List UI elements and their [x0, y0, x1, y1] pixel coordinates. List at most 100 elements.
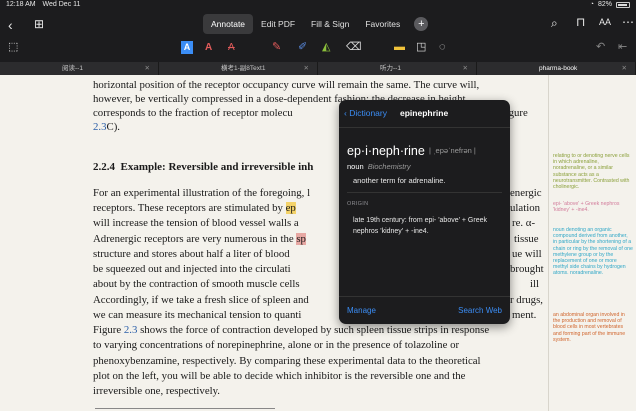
figure-link[interactable]: 2.3: [124, 324, 138, 336]
dictionary-footer: Manage Search Web: [339, 296, 510, 324]
undo-icon[interactable]: ↶: [596, 41, 605, 54]
text-line: Figure 2.3 shows the force of contractio…: [93, 324, 489, 337]
text-box-icon[interactable]: A: [181, 41, 193, 54]
text-fragment: corresponds to the fraction of receptor …: [93, 107, 293, 119]
bookmark-icon[interactable]: ⊓: [576, 16, 585, 28]
doc-tab-label: 横考1-副8Text1: [221, 65, 266, 72]
close-icon[interactable]: ✕: [304, 62, 309, 75]
doc-tab-label: pharma-book: [539, 65, 578, 72]
section-number: 2.2.4: [93, 161, 115, 173]
battery-icon: [616, 1, 630, 8]
close-icon[interactable]: ✕: [622, 62, 627, 75]
doc-tab-2[interactable]: 横考1-副8Text1 ✕: [159, 62, 318, 75]
text-fragment: C).: [106, 121, 121, 133]
origin-heading: ORIGIN: [347, 201, 369, 207]
text-line: receptors. These receptors are stimulate…: [93, 202, 296, 215]
highlighted-word[interactable]: ep: [285, 202, 296, 214]
text-line: structure and stores about half a liter …: [93, 248, 290, 260]
text-line: brought: [510, 263, 544, 275]
document-tabs: 阅读--1 ✕ 横考1-副8Text1 ✕ 听力--1 ✕ pharma-book ✕: [0, 62, 636, 75]
text-fragment: receptors. These receptors are stimulate…: [93, 202, 286, 214]
text-line: Adrenergic receptors are very numerous i…: [93, 233, 306, 246]
text-line: ill: [530, 278, 539, 290]
dock-icon[interactable]: ⇤: [618, 41, 627, 54]
doc-tab-label: 阅读--1: [62, 65, 83, 72]
dictionary-popover: ‹ Dictionary epinephrine ep·i·neph·rine …: [339, 100, 510, 324]
section-heading: 2.2.4 Example: Reversible and irreversib…: [93, 161, 313, 174]
tab-annotate[interactable]: Annotate: [203, 14, 254, 34]
doc-tab-label: 听力--1: [380, 65, 401, 72]
origin-text: late 19th century: from epi- 'above' + G…: [353, 217, 487, 235]
status-time: 12:18 AM: [6, 1, 36, 8]
top-toolbar: 12:18 AM Wed Dec 11 ◔ 82% ‹ ⊞ Annotate E…: [0, 0, 636, 62]
search-web-button[interactable]: Search Web: [458, 306, 502, 315]
close-icon[interactable]: ✕: [463, 62, 468, 75]
doc-tab-4[interactable]: pharma-book ✕: [477, 62, 636, 75]
close-icon[interactable]: ✕: [145, 62, 150, 75]
text-line: about by the contraction of smooth muscl…: [93, 278, 300, 290]
text-line: ue will: [512, 248, 542, 260]
text-line: to varying concentrations of norepinephr…: [93, 339, 460, 351]
dictionary-back-button[interactable]: ‹ Dictionary: [344, 108, 387, 118]
highlighted-word[interactable]: sp: [296, 233, 306, 245]
field-label: Biochemistry: [367, 162, 411, 171]
headword: ep·i·neph·rine: [347, 144, 425, 158]
more-icon[interactable]: ⋯: [622, 16, 634, 28]
dashed-select-icon[interactable]: ⬚: [8, 41, 18, 54]
dictionary-back-label: Dictionary: [349, 108, 387, 118]
pen-blue-icon[interactable]: ✐: [298, 41, 307, 54]
status-time-date: 12:18 AM Wed Dec 11: [6, 1, 80, 8]
text-line: re. α-: [512, 217, 536, 229]
text-line: irreversible one, respectively.: [93, 385, 221, 397]
text-line: For an experimental illustration of the …: [93, 187, 311, 199]
shapes-icon[interactable]: ◳: [416, 41, 426, 54]
text-color-icon[interactable]: A: [205, 41, 212, 54]
tab-edit-pdf[interactable]: Edit PDF: [253, 14, 303, 34]
text-line: phenoxybenzamine, respectively. By compa…: [93, 355, 481, 367]
doc-tab-1[interactable]: 阅读--1 ✕: [0, 62, 159, 75]
text-line: be squeezed out and injected into the ci…: [93, 263, 291, 275]
text-strikethrough-icon[interactable]: A: [228, 41, 235, 54]
text-line: tissue: [514, 233, 539, 245]
text-line: will increase the tension of blood vesse…: [93, 217, 299, 229]
battery-level: 82%: [597, 1, 612, 8]
margin-note-orange[interactable]: an abdominal organ involved in the produ…: [553, 312, 633, 343]
text-line: r drugs,: [510, 294, 543, 306]
text-fragment: Figure: [93, 324, 124, 336]
back-chevron-icon[interactable]: ‹: [8, 18, 13, 32]
text-line: we can measure its mechanical tension to…: [93, 309, 302, 321]
text-line: energic: [510, 187, 542, 199]
text-fragment: shows the force of contraction developed…: [137, 324, 490, 336]
search-icon[interactable]: ⌕: [551, 17, 558, 29]
doc-tab-3[interactable]: 听力--1 ✕: [318, 62, 477, 75]
text-fragment: Adrenergic receptors are very numerous i…: [93, 233, 297, 245]
text-size-button[interactable]: AA: [599, 18, 611, 27]
grid-icon[interactable]: ⊞: [34, 18, 44, 30]
definition: another term for adrenaline.: [353, 176, 446, 185]
tab-fill-sign[interactable]: Fill & Sign: [303, 14, 357, 34]
text-line: plot on the left, you will be able to de…: [93, 370, 466, 382]
sticky-note-icon[interactable]: ▬: [394, 41, 405, 54]
add-tab-plus-icon[interactable]: +: [414, 17, 429, 31]
margin-note-pink[interactable]: epi- 'above' + Greek nephros 'kidney' + …: [553, 201, 633, 213]
text-line: Accordingly, if we take a fresh slice of…: [93, 294, 309, 306]
pos-label: noun: [347, 162, 364, 171]
tab-favorites[interactable]: Favorites: [357, 14, 408, 34]
text-line: ulation: [510, 202, 540, 214]
margin-notes: relating to or denoting nerve cells in w…: [548, 75, 636, 411]
margin-note-green[interactable]: relating to or denoting nerve cells in w…: [553, 153, 633, 190]
text-line: ment.: [512, 309, 537, 321]
lasso-icon[interactable]: ◌: [439, 41, 446, 54]
status-indicators: ◔ 82%: [590, 1, 630, 8]
pen-icon[interactable]: ✎: [272, 41, 281, 54]
part-of-speech: noun Biochemistry: [347, 162, 411, 171]
highlighter-icon[interactable]: ◭: [322, 41, 330, 54]
eraser-icon[interactable]: ⌫: [346, 41, 362, 54]
wifi-icon: ◔: [589, 1, 594, 8]
figure-link[interactable]: 2.3: [93, 121, 107, 133]
manage-button[interactable]: Manage: [347, 306, 376, 315]
pronunciation: | ˌepəˈnefrən |: [429, 146, 476, 155]
text-line: 2.3C).: [93, 121, 120, 134]
margin-note-cyan[interactable]: noun denoting an organic compound derive…: [553, 227, 633, 277]
dictionary-title: epinephrine: [400, 108, 449, 118]
